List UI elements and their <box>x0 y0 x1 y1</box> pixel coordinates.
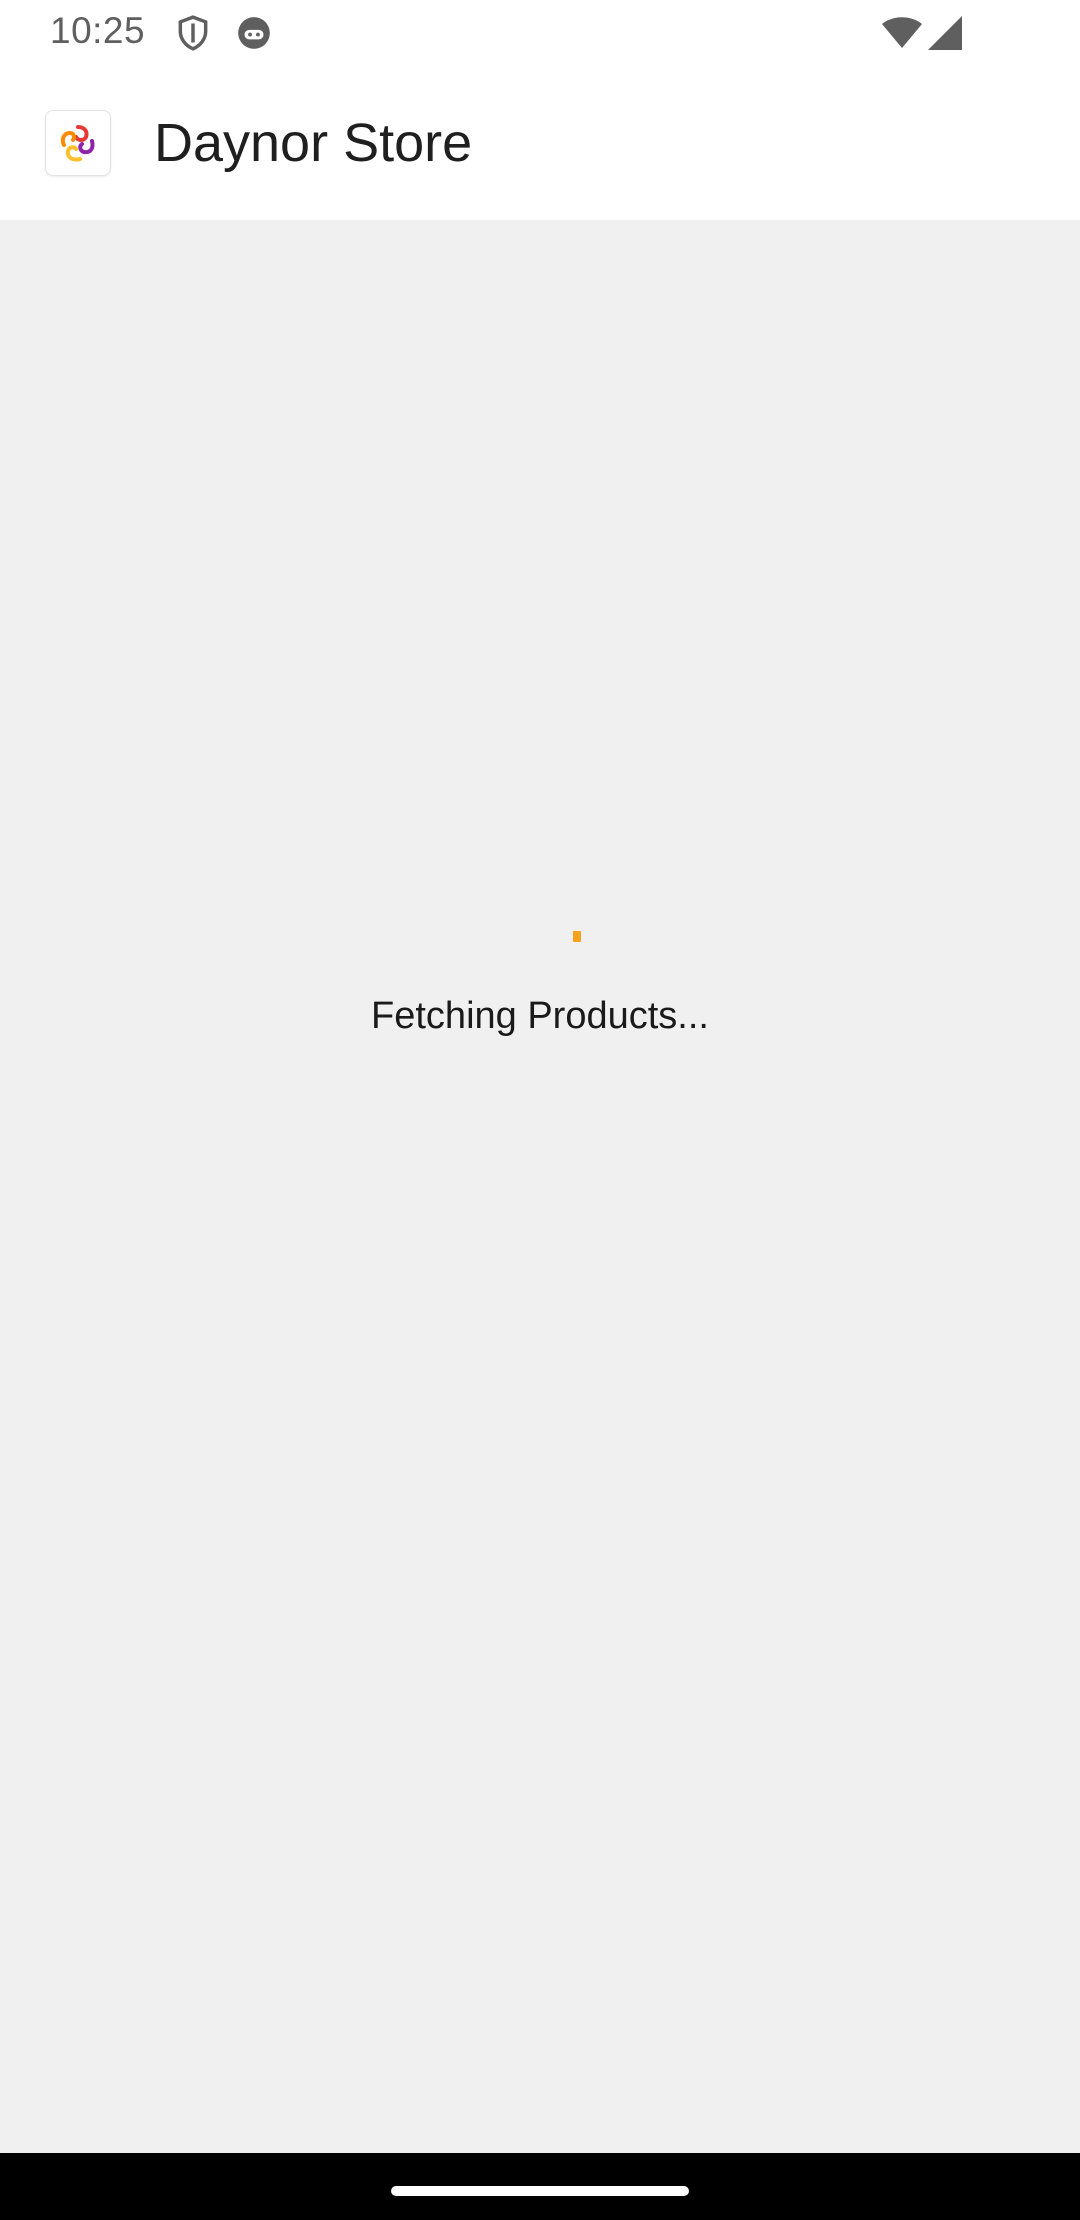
loading-spinner <box>573 931 581 942</box>
home-indicator[interactable] <box>391 2186 689 2196</box>
loading-area <box>0 220 1080 2153</box>
store-logo-icon <box>45 110 111 176</box>
shield-icon <box>178 15 208 51</box>
screen: 10:25 Daynor Store Fetching Products... <box>0 0 1080 2220</box>
loading-message: Fetching Products... <box>371 995 709 1037</box>
app-title: Daynor Store <box>154 113 473 173</box>
navigation-bar <box>0 2153 1080 2220</box>
app-bar: Daynor Store <box>0 66 1080 221</box>
wifi-icon <box>882 17 922 48</box>
cell-signal-icon <box>928 16 962 50</box>
android-bot-icon <box>238 17 270 49</box>
status-bar: 10:25 <box>0 0 1080 66</box>
status-time: 10:25 <box>50 10 146 51</box>
